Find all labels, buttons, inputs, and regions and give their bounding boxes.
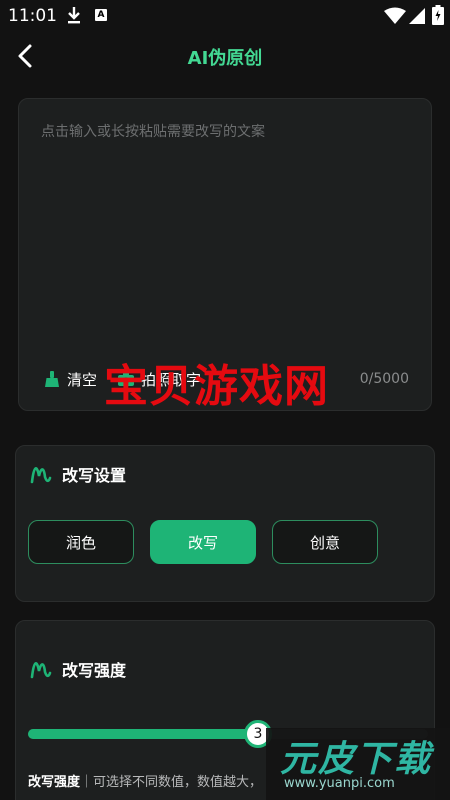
input-placeholder: 点击输入或长按粘贴需要改写的文案 [41,124,265,140]
rewrite-settings-card: 改写设置 润色 改写 创意 [15,445,435,602]
logo-watermark-url: www.yuanpi.com [284,776,395,791]
logo-watermark: 元皮下载 www.yuanpi.com [266,728,450,800]
status-bar: 11:01 A [0,0,450,30]
strength-desc-text: ｜可选择不同数值，数值越大， [80,775,263,790]
strength-desc-label: 改写强度 [28,775,81,790]
rewrite-settings-header: 改写设置 [30,462,126,486]
wifi-icon [384,7,406,24]
mode-creative-button[interactable]: 创意 [272,520,378,564]
mode-polish-button[interactable]: 润色 [28,520,134,564]
notification-badge-icon: A [95,9,107,21]
signal-icon [409,8,425,24]
logo-watermark-text: 元皮下载 [280,739,433,780]
wave-logo-icon [30,467,52,484]
char-counter: 0/5000 [359,371,409,387]
site-watermark: 宝贝游戏网 [104,361,329,412]
clear-button[interactable]: 清空 [43,365,97,393]
strength-description: 改写强度｜可选择不同数值，数值越大， [28,771,262,790]
wave-logo-icon [30,662,52,679]
clear-label: 清空 [67,370,98,389]
rewrite-strength-title: 改写强度 [62,661,127,680]
download-icon [68,7,80,24]
mode-rewrite-button[interactable]: 改写 [150,520,256,564]
battery-icon [432,5,444,25]
broom-icon [45,371,59,387]
status-time: 11:01 [8,6,57,26]
app-header: AI伪原创 [0,36,450,76]
page-title: AI伪原创 [187,48,263,69]
rewrite-strength-header: 改写强度 [30,657,126,681]
rewrite-settings-title: 改写设置 [62,466,127,485]
slider-fill [28,729,258,739]
